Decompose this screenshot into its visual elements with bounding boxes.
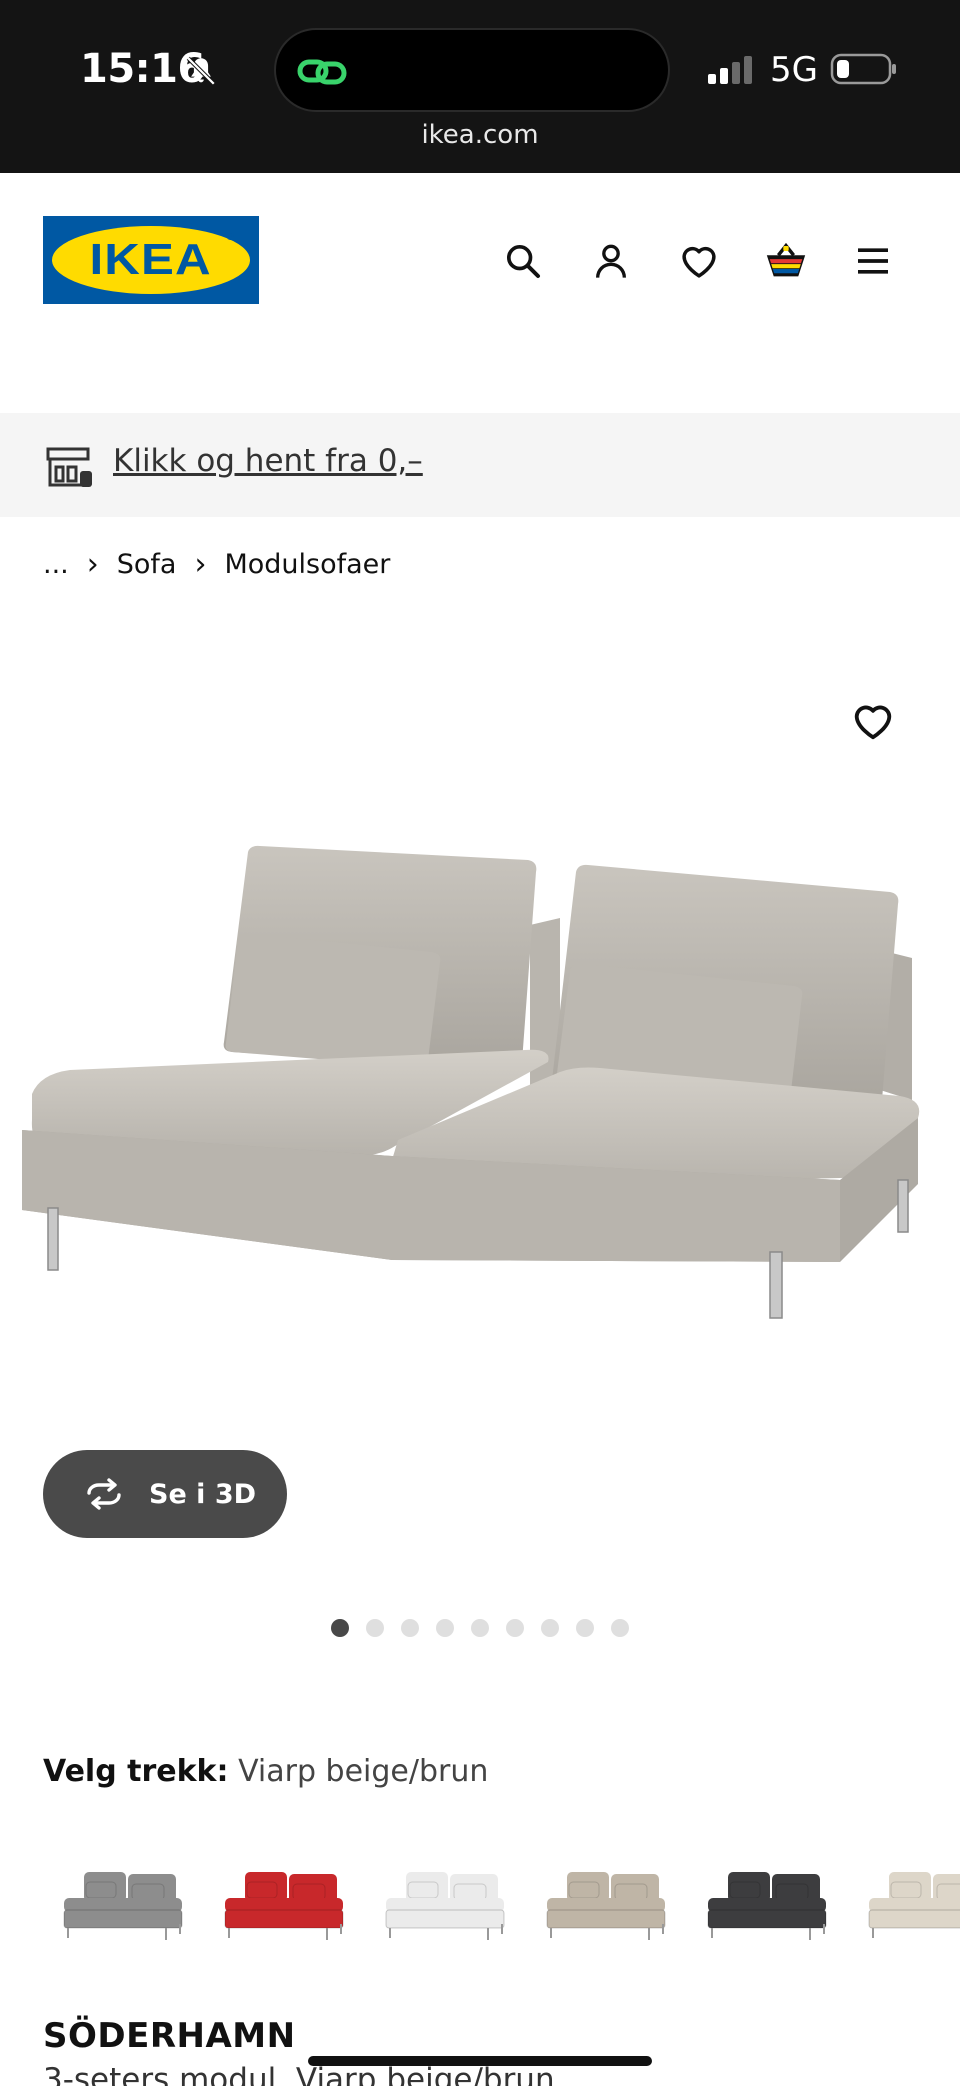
- view-3d-label: Se i 3D: [149, 1478, 257, 1510]
- product-name: SÖDERHAMN: [43, 2016, 296, 2056]
- dynamic-island: [274, 28, 670, 112]
- logo-registered-mark: ®: [226, 232, 234, 243]
- cover-swatch-white[interactable]: [376, 1840, 516, 1958]
- cover-swatch-grey[interactable]: [54, 1840, 194, 1958]
- click-collect-banner[interactable]: Klikk og hent fra 0,–: [0, 413, 960, 517]
- heart-icon[interactable]: [675, 237, 723, 285]
- status-bar: 15:16 5G ikea.com: [0, 0, 960, 173]
- menu-icon[interactable]: [849, 237, 897, 285]
- home-indicator: [308, 2056, 652, 2066]
- breadcrumb-item-modulsofaer[interactable]: Modulsofaer: [224, 549, 390, 580]
- account-icon[interactable]: [587, 237, 635, 285]
- cover-label-title: Velg trekk:: [43, 1754, 229, 1789]
- image-carousel-dots: [331, 1619, 646, 1639]
- site-header: IKEA ®: [0, 173, 960, 413]
- store-icon: [46, 447, 92, 487]
- carousel-dot[interactable]: [331, 1619, 349, 1637]
- cover-swatch-light-beige[interactable]: [859, 1840, 960, 1958]
- network-label: 5G: [770, 50, 818, 90]
- cover-swatch-list: [0, 1840, 960, 1960]
- carousel-dot[interactable]: [471, 1619, 489, 1637]
- logo-text: IKEA: [89, 235, 213, 284]
- add-to-favorites-button[interactable]: [850, 698, 896, 744]
- carousel-dot[interactable]: [541, 1619, 559, 1637]
- breadcrumb-separator: ›: [86, 546, 99, 582]
- carousel-dot[interactable]: [611, 1619, 629, 1637]
- battery-icon: [830, 53, 896, 85]
- cover-swatch-dark-grey[interactable]: [698, 1840, 838, 1958]
- breadcrumb-item-sofa[interactable]: Sofa: [117, 549, 177, 580]
- cover-selected-value: Viarp beige/brun: [238, 1754, 489, 1789]
- carousel-dot[interactable]: [401, 1619, 419, 1637]
- logo-oval: IKEA ®: [52, 226, 250, 294]
- carousel-dot[interactable]: [366, 1619, 384, 1637]
- carousel-dot[interactable]: [576, 1619, 594, 1637]
- bell-slash-icon: [186, 56, 216, 86]
- signal-icon: [708, 56, 752, 84]
- cover-swatch-red[interactable]: [215, 1840, 355, 1958]
- rotate-icon: [87, 1478, 121, 1510]
- carousel-dot[interactable]: [506, 1619, 524, 1637]
- breadcrumb: ... › Sofa › Modulsofaer: [43, 544, 390, 584]
- carousel-dot[interactable]: [436, 1619, 454, 1637]
- basket-icon[interactable]: [762, 237, 810, 285]
- view-3d-button[interactable]: Se i 3D: [43, 1450, 287, 1538]
- ikea-logo[interactable]: IKEA ®: [43, 216, 259, 304]
- product-image[interactable]: [0, 800, 960, 1460]
- breadcrumb-separator: ›: [194, 546, 207, 582]
- cover-selector-label: Velg trekk: Viarp beige/brun: [43, 1754, 488, 1789]
- link-icon: [297, 59, 347, 85]
- browser-url[interactable]: ikea.com: [0, 120, 960, 150]
- heart-icon: [854, 705, 892, 740]
- search-icon[interactable]: [499, 237, 547, 285]
- cover-swatch-beige[interactable]: [537, 1840, 677, 1958]
- click-collect-link[interactable]: Klikk og hent fra 0,–: [113, 443, 423, 479]
- breadcrumb-ellipsis[interactable]: ...: [43, 549, 69, 580]
